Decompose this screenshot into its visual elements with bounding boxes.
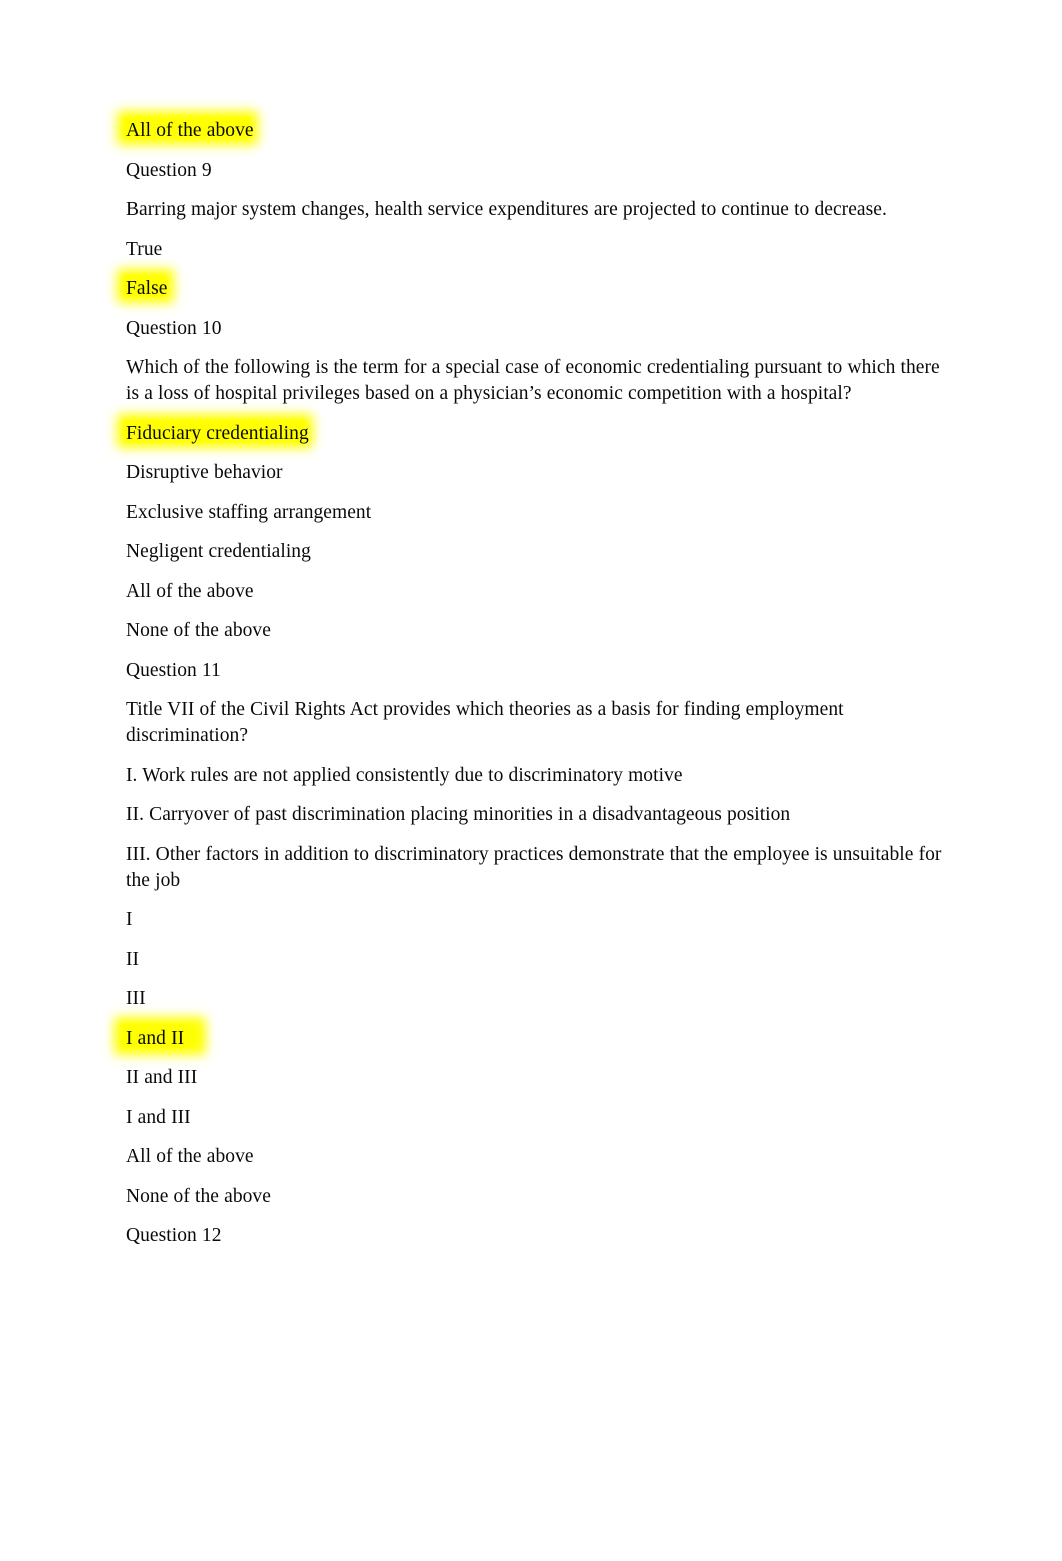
answer-option-none-of-the-above[interactable]: None of the above: [126, 618, 956, 644]
document-page: All of the above Question 9 Barring majo…: [0, 0, 1062, 1561]
answer-option-ii[interactable]: II: [126, 947, 956, 973]
answer-option-iii[interactable]: III: [126, 986, 956, 1012]
answer-option-i[interactable]: I: [126, 907, 956, 933]
answer-option-i-and-iii[interactable]: I and III: [126, 1105, 956, 1131]
question-stem-11: Title VII of the Civil Rights Act provid…: [126, 699, 844, 746]
answer-option-text: False: [126, 278, 168, 299]
answer-option-ii-and-iii[interactable]: II and III: [126, 1065, 956, 1091]
question-stem-10: Which of the following is the term for a…: [126, 357, 940, 404]
answer-option-highlighted[interactable]: I and II: [114, 1016, 956, 1055]
question-statement-ii: II. Carryover of past discrimination pla…: [126, 804, 791, 825]
question-statement-iii: III. Other factors in addition to discri…: [126, 843, 942, 891]
answer-option-negligent-credentialing[interactable]: Negligent credentialing: [126, 539, 956, 565]
answer-option-text: All of the above: [126, 120, 254, 141]
document-text-body: All of the above Question 9 Barring majo…: [114, 111, 956, 1263]
answer-option-highlighted[interactable]: False: [117, 269, 956, 303]
question-label-12: Question 12: [126, 1225, 222, 1246]
answer-option-exclusive-staffing[interactable]: Exclusive staffing arrangement: [126, 500, 956, 526]
answer-option-highlighted[interactable]: All of the above: [117, 111, 956, 145]
answer-option-highlighted[interactable]: Fiduciary credentialing: [117, 413, 956, 448]
answer-option-all-of-the-above[interactable]: All of the above: [126, 579, 956, 605]
answer-option-text: Fiduciary credentialing: [126, 422, 309, 444]
question-statement-i: I. Work rules are not applied consistent…: [126, 764, 683, 786]
answer-option-none-of-the-above[interactable]: None of the above: [126, 1184, 956, 1210]
question-label-11: Question 11: [126, 659, 221, 681]
answer-option-disruptive-behavior[interactable]: Disruptive behavior: [126, 460, 956, 486]
question-label-9: Question 9: [126, 159, 212, 181]
question-label-10: Question 10: [126, 317, 222, 339]
answer-option-text: I and II: [126, 1027, 185, 1049]
answer-option-all-of-the-above[interactable]: All of the above: [126, 1144, 956, 1170]
answer-option-true[interactable]: True: [126, 237, 956, 263]
question-stem-9: Barring major system changes, health ser…: [126, 199, 887, 220]
